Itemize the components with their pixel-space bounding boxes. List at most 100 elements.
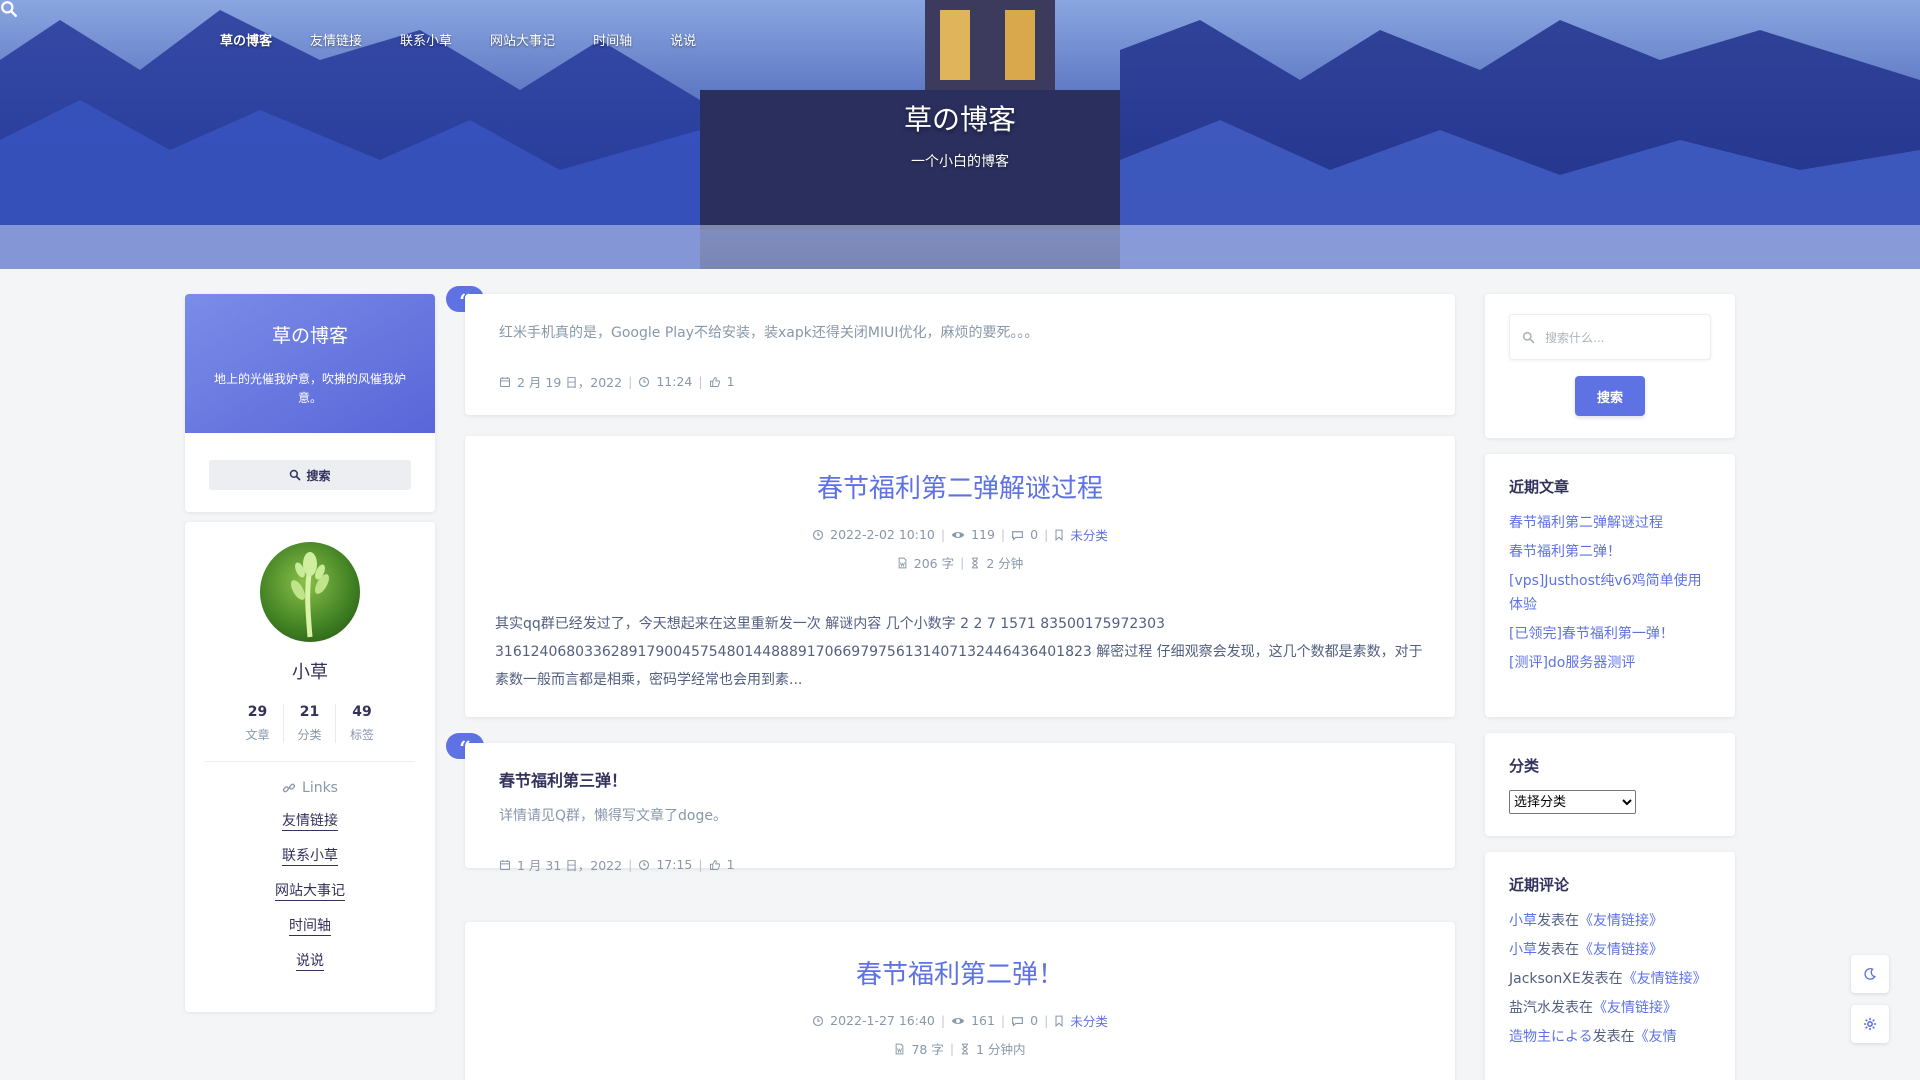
comment-author-link[interactable]: 造物主による	[1509, 1029, 1593, 1045]
article-meta: 2022-1-27 16:40 | 161 | 0 | 未分类	[495, 1011, 1425, 1030]
article-date: 2022-2-02 10:10	[830, 527, 935, 542]
nav-item-friend-links[interactable]: 友情链接	[310, 30, 362, 49]
stat-categories[interactable]: 21 分类	[284, 704, 336, 743]
nav-item-home[interactable]: 草の博客	[220, 30, 272, 49]
dark-mode-toggle[interactable]	[1851, 955, 1889, 993]
calendar-icon	[499, 859, 511, 870]
recent-post-link[interactable]: 春节福利第二弹！	[1509, 540, 1711, 564]
nav-item-milestones[interactable]: 网站大事记	[490, 30, 555, 49]
recent-post-link[interactable]: [测评]do服务器测评	[1509, 651, 1711, 675]
file-word-icon	[898, 557, 907, 568]
shuoshuo-meta: 2 月 19 日，2022 | 11:24 | 1	[499, 372, 1421, 391]
sidebar-link-friend-links[interactable]: 友情链接	[282, 813, 338, 831]
comment-post-link[interactable]: 《友情链接》	[1623, 971, 1707, 987]
bookmark-icon	[1055, 1015, 1063, 1027]
article-date: 2022-1-27 16:40	[830, 1013, 935, 1028]
shuoshuo-date: 1 月 31 日，2022	[517, 858, 623, 873]
comment-joiner: 发表在	[1537, 913, 1579, 929]
brand-description: 地上的光催我妒意，吹拂的风催我妒意。	[213, 372, 406, 405]
search-button[interactable]: 搜索	[1575, 376, 1645, 416]
stat-tags[interactable]: 49 标签	[336, 704, 388, 743]
recent-post-link[interactable]: [已领完]春节福利第一弹！	[1509, 622, 1711, 646]
comment-author: 盐汽水	[1509, 1000, 1551, 1016]
comment-author-link[interactable]: 小草	[1509, 913, 1537, 929]
shuoshuo-card[interactable]: 春节福利第三弹！ 详情请见Q群，懒得写文章了doge。 1 月 31 日，202…	[465, 743, 1455, 873]
shuoshuo-card[interactable]: 红米手机真的是，Google Play不给安装，装xapk还得关闭MIUI优化，…	[465, 294, 1455, 415]
comment-icon	[1012, 530, 1024, 541]
comment-post-link[interactable]: 《友情链接》	[1579, 913, 1663, 929]
article-title[interactable]: 春节福利第二弹！	[495, 954, 1425, 991]
article-excerpt: 其实qq群已经发过了，今天想起来在这里重新发一次 解谜内容 几个小数字 2 2 …	[495, 616, 1423, 688]
meta-separator: |	[628, 857, 633, 872]
comment-post-link[interactable]: 《友情链接》	[1593, 1000, 1677, 1016]
article-title[interactable]: 春节福利第二弹解谜过程	[495, 468, 1425, 505]
search-icon[interactable]	[0, 0, 18, 18]
article-meta-secondary: 206 字 | 2 分钟	[495, 553, 1425, 572]
recent-comments-widget: 近期评论 小草发表在《友情链接》 小草发表在《友情链接》 JacksonXE发表…	[1485, 852, 1735, 1080]
search-input[interactable]: 搜索什么...	[1509, 314, 1711, 360]
links-heading-label: Links	[302, 780, 338, 796]
meta-separator: |	[940, 527, 946, 542]
eye-icon	[951, 531, 965, 538]
left-search-label: 搜索	[306, 468, 331, 483]
recent-comment: 造物主による发表在《友情	[1509, 1025, 1711, 1049]
hero-banner: 草の博客 友情链接 联系小草 网站大事记 时间轴 说说 草の博客 一个小白的博客	[0, 0, 1920, 269]
stat-categories-label: 分类	[297, 728, 322, 742]
comment-joiner: 发表在	[1551, 1000, 1593, 1016]
recent-posts-widget: 近期文章 春节福利第二弹解谜过程 春节福利第二弹！ [vps]Justhost纯…	[1485, 454, 1735, 717]
comment-author: JacksonXE	[1509, 971, 1581, 987]
categories-select[interactable]: 选择分类	[1509, 790, 1636, 814]
comment-joiner: 发表在	[1592, 1029, 1635, 1045]
sidebar-link-timeline[interactable]: 时间轴	[289, 918, 331, 936]
meta-separator: |	[1000, 1013, 1006, 1028]
left-search-button[interactable]: 搜索	[209, 460, 411, 490]
meta-separator: |	[698, 374, 703, 389]
moon-icon	[1864, 968, 1876, 980]
nav-item-timeline[interactable]: 时间轴	[593, 30, 632, 49]
links-heading: Links	[185, 780, 435, 796]
recent-post-link[interactable]: 春节福利第二弹解谜过程	[1509, 511, 1711, 535]
sidebar-link-contact[interactable]: 联系小草	[282, 848, 338, 866]
recent-post-link[interactable]: [vps]Justhost纯v6鸡简单使用体验	[1509, 569, 1711, 617]
clock-icon	[639, 859, 650, 870]
shuoshuo-title: 春节福利第三弹！	[499, 771, 628, 790]
eye-icon	[951, 1017, 965, 1024]
article-meta-secondary: 78 字 | 1 分钟内	[495, 1039, 1425, 1058]
link-icon	[282, 783, 296, 793]
recent-comment: 小草发表在《友情链接》	[1509, 938, 1711, 962]
file-word-icon	[896, 1043, 904, 1054]
sidebar-link-shuoshuo[interactable]: 说说	[296, 953, 324, 971]
recent-comments-list: 小草发表在《友情链接》 小草发表在《友情链接》 JacksonXE发表在《友情链…	[1509, 909, 1711, 1049]
comment-post-link[interactable]: 《友情	[1635, 1029, 1677, 1045]
gear-icon	[1863, 1017, 1877, 1031]
site-subtitle: 一个小白的博客	[911, 154, 1009, 170]
nav-item-contact[interactable]: 联系小草	[400, 30, 452, 49]
settings-button[interactable]	[1851, 1005, 1889, 1043]
plant-sprout-icon	[291, 552, 329, 638]
shuoshuo-date: 2 月 19 日，2022	[517, 375, 623, 390]
recent-posts-list: 春节福利第二弹解谜过程 春节福利第二弹！ [vps]Justhost纯v6鸡简单…	[1509, 511, 1711, 675]
author-stats: 29 文章 21 分类 49 标签	[185, 704, 435, 743]
article-comments: 0	[1030, 1013, 1039, 1028]
comment-joiner: 发表在	[1580, 971, 1623, 987]
stat-posts[interactable]: 29 文章	[232, 704, 284, 743]
sidebar-link-milestones[interactable]: 网站大事记	[275, 883, 345, 901]
article-views: 161	[971, 1013, 995, 1028]
brand-card: 草の博客 地上的光催我妒意，吹拂的风催我妒意。 搜索	[185, 294, 435, 512]
comment-post-link[interactable]: 《友情链接》	[1579, 942, 1663, 958]
categories-widget: 分类 选择分类	[1485, 733, 1735, 836]
meta-separator: |	[949, 1041, 955, 1056]
shuoshuo-text: 红米手机真的是，Google Play不给安装，装xapk还得关闭MIUI优化，…	[499, 325, 1039, 341]
comment-author-link[interactable]: 小草	[1509, 942, 1537, 958]
recent-comment: 盐汽水发表在《友情链接》	[1509, 996, 1711, 1020]
article-category[interactable]: 未分类	[1070, 525, 1108, 544]
author-name: 小草	[292, 662, 328, 683]
avatar	[260, 542, 360, 642]
shuoshuo-text: 详情请见Q群，懒得写文章了doge。	[499, 808, 727, 824]
thumbs-up-icon[interactable]	[709, 859, 721, 871]
thumbs-up-icon[interactable]	[709, 376, 721, 388]
article-category[interactable]: 未分类	[1070, 1011, 1108, 1030]
nav-item-shuoshuo[interactable]: 说说	[670, 30, 696, 49]
shuoshuo-likes: 1	[726, 857, 735, 872]
article-meta: 2022-2-02 10:10 | 119 | 0 | 未分类	[495, 525, 1425, 544]
